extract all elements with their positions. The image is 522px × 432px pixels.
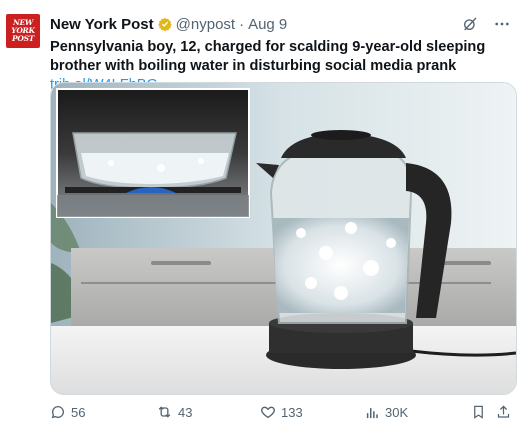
bookmark-button[interactable]	[471, 402, 486, 422]
author-handle[interactable]: @nypost	[176, 16, 235, 33]
reply-button[interactable]: 56	[50, 402, 85, 422]
avatar[interactable]: NEW YORK POST	[6, 14, 40, 48]
views-button[interactable]: 30K	[365, 402, 408, 422]
like-icon	[260, 404, 276, 420]
author-name[interactable]: New York Post	[50, 16, 154, 33]
bookmark-icon	[471, 404, 486, 420]
share-icon	[496, 404, 511, 420]
post-header: New York Post @nypost · Aug 9	[50, 14, 510, 34]
repost-button[interactable]: 43	[156, 402, 192, 422]
avatar-line-3: POST	[12, 34, 34, 43]
repost-icon	[156, 404, 173, 420]
post-image[interactable]	[50, 82, 517, 395]
verified-badge-icon	[157, 17, 172, 31]
reply-icon	[50, 404, 66, 420]
repost-count: 43	[178, 404, 193, 420]
more-icon[interactable]	[494, 16, 510, 32]
post-date[interactable]: Aug 9	[248, 16, 287, 33]
views-count: 30K	[385, 404, 409, 420]
share-button[interactable]	[496, 402, 511, 422]
action-bar: 56 43 133 30K	[50, 402, 515, 422]
like-button[interactable]: 133	[260, 402, 303, 422]
grok-icon[interactable]	[462, 16, 478, 32]
separator-dot: ·	[239, 15, 245, 33]
views-icon	[365, 405, 380, 420]
like-count: 133	[281, 404, 303, 420]
post-headline: Pennsylvania boy, 12, charged for scaldi…	[50, 39, 486, 74]
reply-count: 56	[71, 404, 86, 420]
header-actions	[462, 16, 510, 32]
